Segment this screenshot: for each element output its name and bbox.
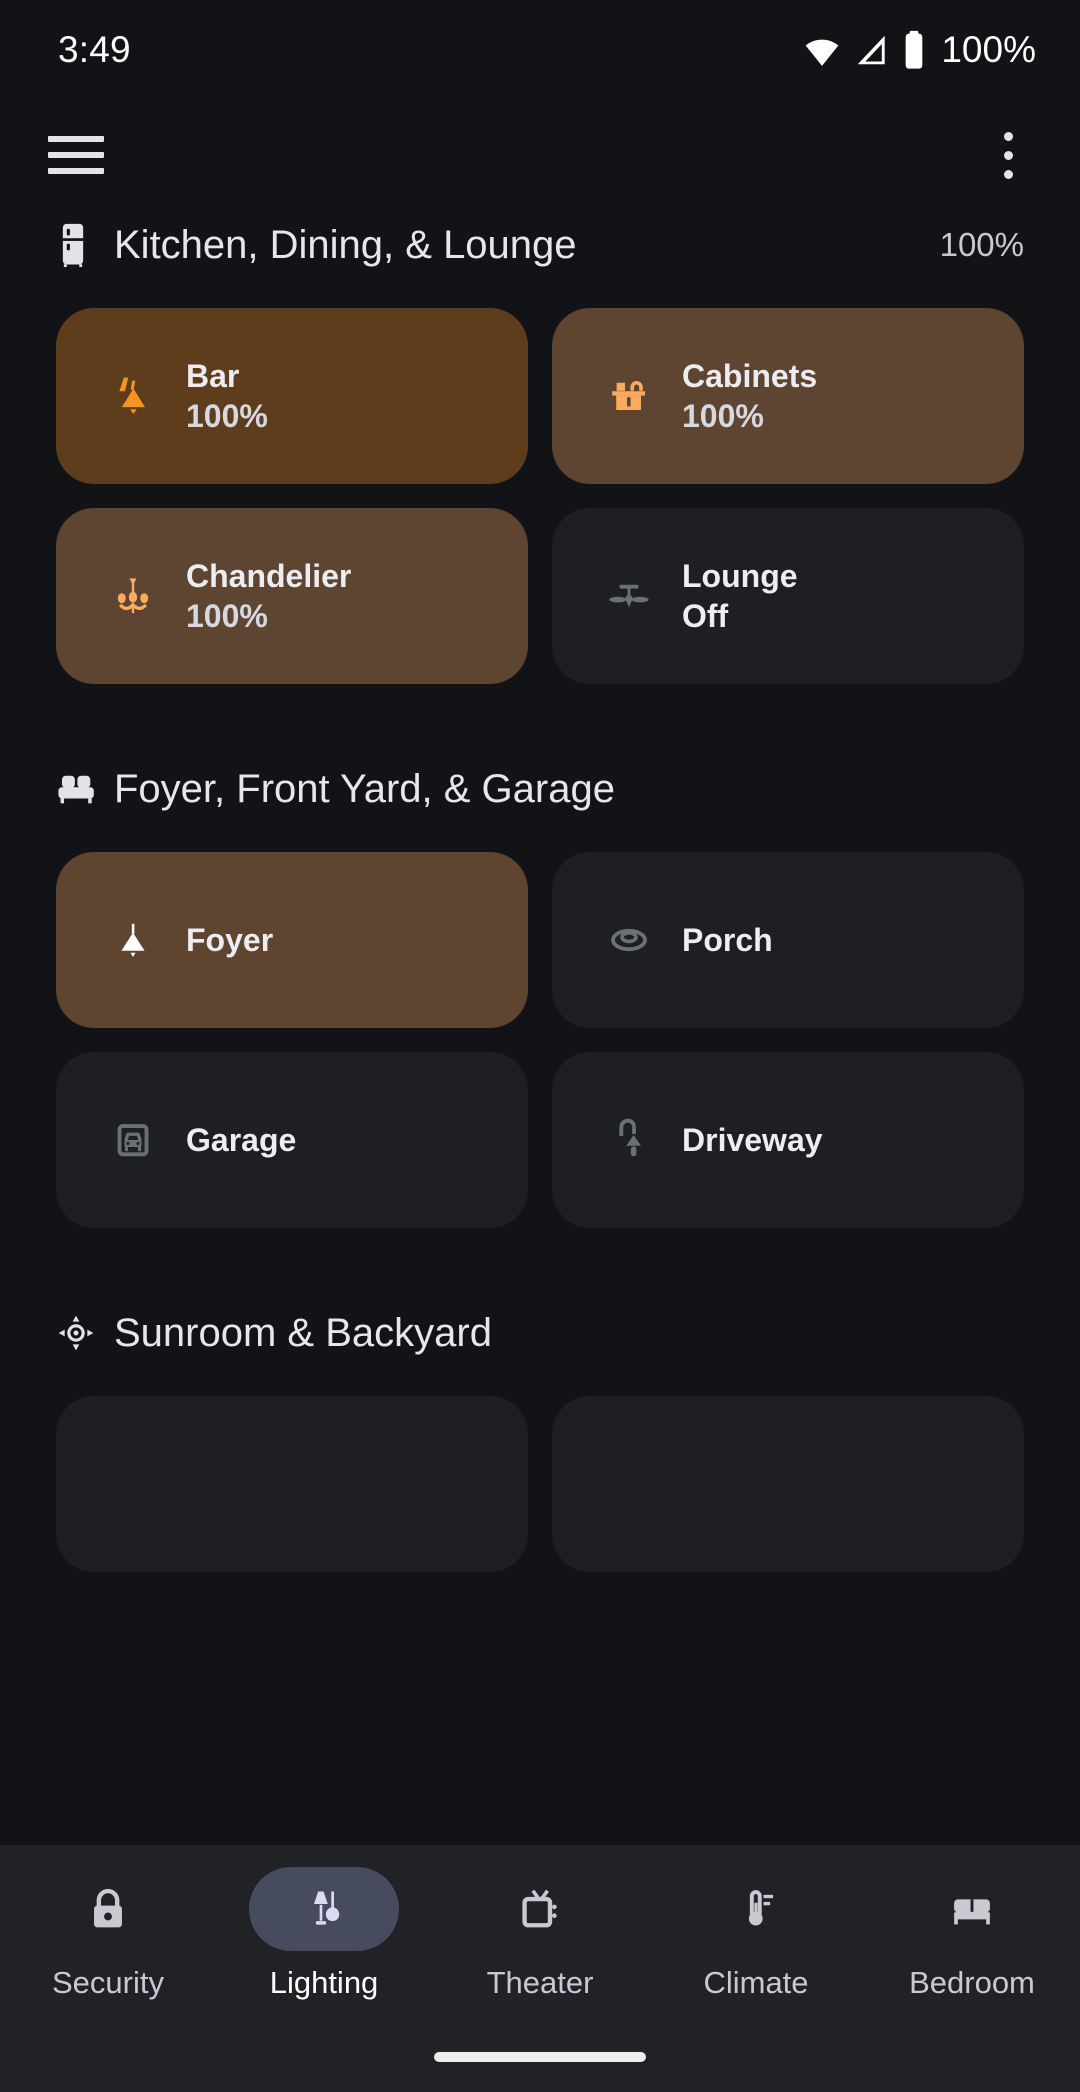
wall-sconce-light-icon (90, 367, 176, 425)
hamburger-line (48, 152, 104, 158)
nav-pill (249, 1867, 399, 1951)
sofa-icon (56, 771, 102, 807)
tile-grid: Bar 100% Cabinets 100% Chandelier 100% L… (56, 308, 1024, 684)
section-title: Kitchen, Dining, & Lounge (114, 222, 577, 267)
kitchen-sink-icon (586, 370, 672, 422)
tile-foyer[interactable]: Foyer (56, 852, 528, 1028)
hamburger-line (48, 168, 104, 174)
tile-text: Porch (682, 920, 773, 960)
hamburger-menu-icon[interactable] (48, 134, 104, 176)
tile-driveway[interactable]: Driveway (552, 1052, 1024, 1228)
nav-label: Theater (486, 1965, 594, 2000)
more-vertical-icon[interactable] (980, 127, 1036, 183)
tile-porch[interactable]: Porch (552, 852, 1024, 1028)
section-sunroom-backyard: Sunroom & Backyard (0, 1298, 1080, 1572)
wifi-icon (806, 39, 839, 66)
nav-label: Bedroom (909, 1965, 1035, 2000)
tile-state: Off (682, 598, 729, 634)
tile-text: Bar 100% (186, 356, 268, 437)
tile-partial[interactable] (552, 1396, 1024, 1572)
cellular-signal-icon (858, 35, 886, 65)
tile-name: Lounge (682, 557, 798, 594)
tile-cabinets[interactable]: Cabinets 100% (552, 308, 1024, 484)
section-header[interactable]: Kitchen, Dining, & Lounge 100% (56, 210, 1024, 280)
tile-name: Porch (682, 921, 773, 958)
refrigerator-icon (56, 223, 102, 267)
overflow-dot (1003, 150, 1013, 160)
section-title: Sunroom & Backyard (114, 1310, 492, 1355)
nav-item-lighting[interactable]: Lighting (226, 1867, 422, 2001)
section-kitchen-dining-lounge: Kitchen, Dining, & Lounge 100% Bar 100% … (0, 210, 1080, 684)
nav-item-theater[interactable]: Theater (442, 1867, 638, 2001)
thermometer-icon (748, 1890, 774, 1926)
outdoor-post-lamp-icon (586, 1113, 672, 1167)
tile-garage[interactable]: Garage (56, 1052, 528, 1228)
pendant-light-icon (90, 913, 176, 967)
tile-partial[interactable] (56, 1396, 528, 1572)
nav-pill (681, 1867, 831, 1951)
chandelier-icon (90, 568, 176, 624)
overflow-dot (1003, 131, 1013, 141)
section-header[interactable]: Foyer, Front Yard, & Garage (56, 754, 1024, 824)
tv-icon (522, 1889, 557, 1928)
home-indicator[interactable] (434, 2052, 646, 2062)
section-title: Foyer, Front Yard, & Garage (114, 766, 615, 811)
nav-pill (33, 1867, 183, 1951)
status-indicators: 100% (802, 29, 1036, 71)
tile-chandelier[interactable]: Chandelier 100% (56, 508, 528, 684)
status-time: 3:49 (58, 29, 131, 70)
tile-text: Lounge Off (682, 556, 798, 637)
battery-percent: 100% (941, 29, 1036, 70)
app-screen: 3:49 100% Kitchen, Dining, & Lounge 100%… (0, 0, 1080, 2092)
section-brightness-percent: 100% (939, 226, 1024, 263)
nav-label: Security (52, 1965, 164, 2000)
lamps-icon (314, 1891, 340, 1925)
tile-text: Cabinets 100% (682, 356, 817, 437)
tile-name: Garage (186, 1121, 297, 1158)
tile-text: Chandelier 100% (186, 556, 351, 637)
sun-brightness-icon (56, 1313, 102, 1353)
nav-label: Lighting (269, 1965, 379, 2000)
status-bar: 3:49 100% (0, 0, 1080, 100)
nav-item-climate[interactable]: Climate (658, 1867, 854, 2001)
tile-grid (56, 1396, 1024, 1572)
tile-text: Foyer (186, 920, 273, 960)
tile-name: Bar (186, 357, 240, 394)
overflow-dot (1003, 169, 1013, 179)
nav-item-security[interactable]: Security (10, 1867, 206, 2001)
nav-pill (465, 1867, 615, 1951)
tile-name: Cabinets (682, 357, 818, 394)
tile-state: 100% (186, 598, 268, 634)
tile-text: Garage (186, 1120, 296, 1160)
garage-car-icon (90, 1113, 176, 1167)
nav-label: Climate (703, 1965, 809, 2000)
bed-icon (954, 1899, 990, 1925)
section-header[interactable]: Sunroom & Backyard (56, 1298, 1024, 1368)
room-list-scroll[interactable]: Kitchen, Dining, & Lounge 100% Bar 100% … (0, 210, 1080, 1845)
app-bar (0, 100, 1080, 210)
tile-name: Chandelier (186, 557, 352, 594)
hamburger-line (48, 136, 104, 142)
ceiling-fan-icon (586, 568, 672, 624)
tile-lounge[interactable]: Lounge Off (552, 508, 1024, 684)
tile-text: Driveway (682, 1120, 823, 1160)
nav-item-bedroom[interactable]: Bedroom (874, 1867, 1070, 2001)
ceiling-dome-light-icon (586, 912, 672, 968)
nav-pill (897, 1867, 1047, 1951)
tile-grid: Foyer Porch Garage Driveway (56, 852, 1024, 1228)
section-foyer-frontyard-garage: Foyer, Front Yard, & Garage Foyer Porch … (0, 754, 1080, 1228)
tile-name: Foyer (186, 921, 274, 958)
lock-icon (94, 1888, 122, 1928)
tile-state: 100% (682, 398, 764, 434)
tile-state: 100% (186, 398, 268, 434)
battery-icon (906, 30, 923, 69)
tile-bar[interactable]: Bar 100% (56, 308, 528, 484)
tile-name: Driveway (682, 1121, 823, 1158)
